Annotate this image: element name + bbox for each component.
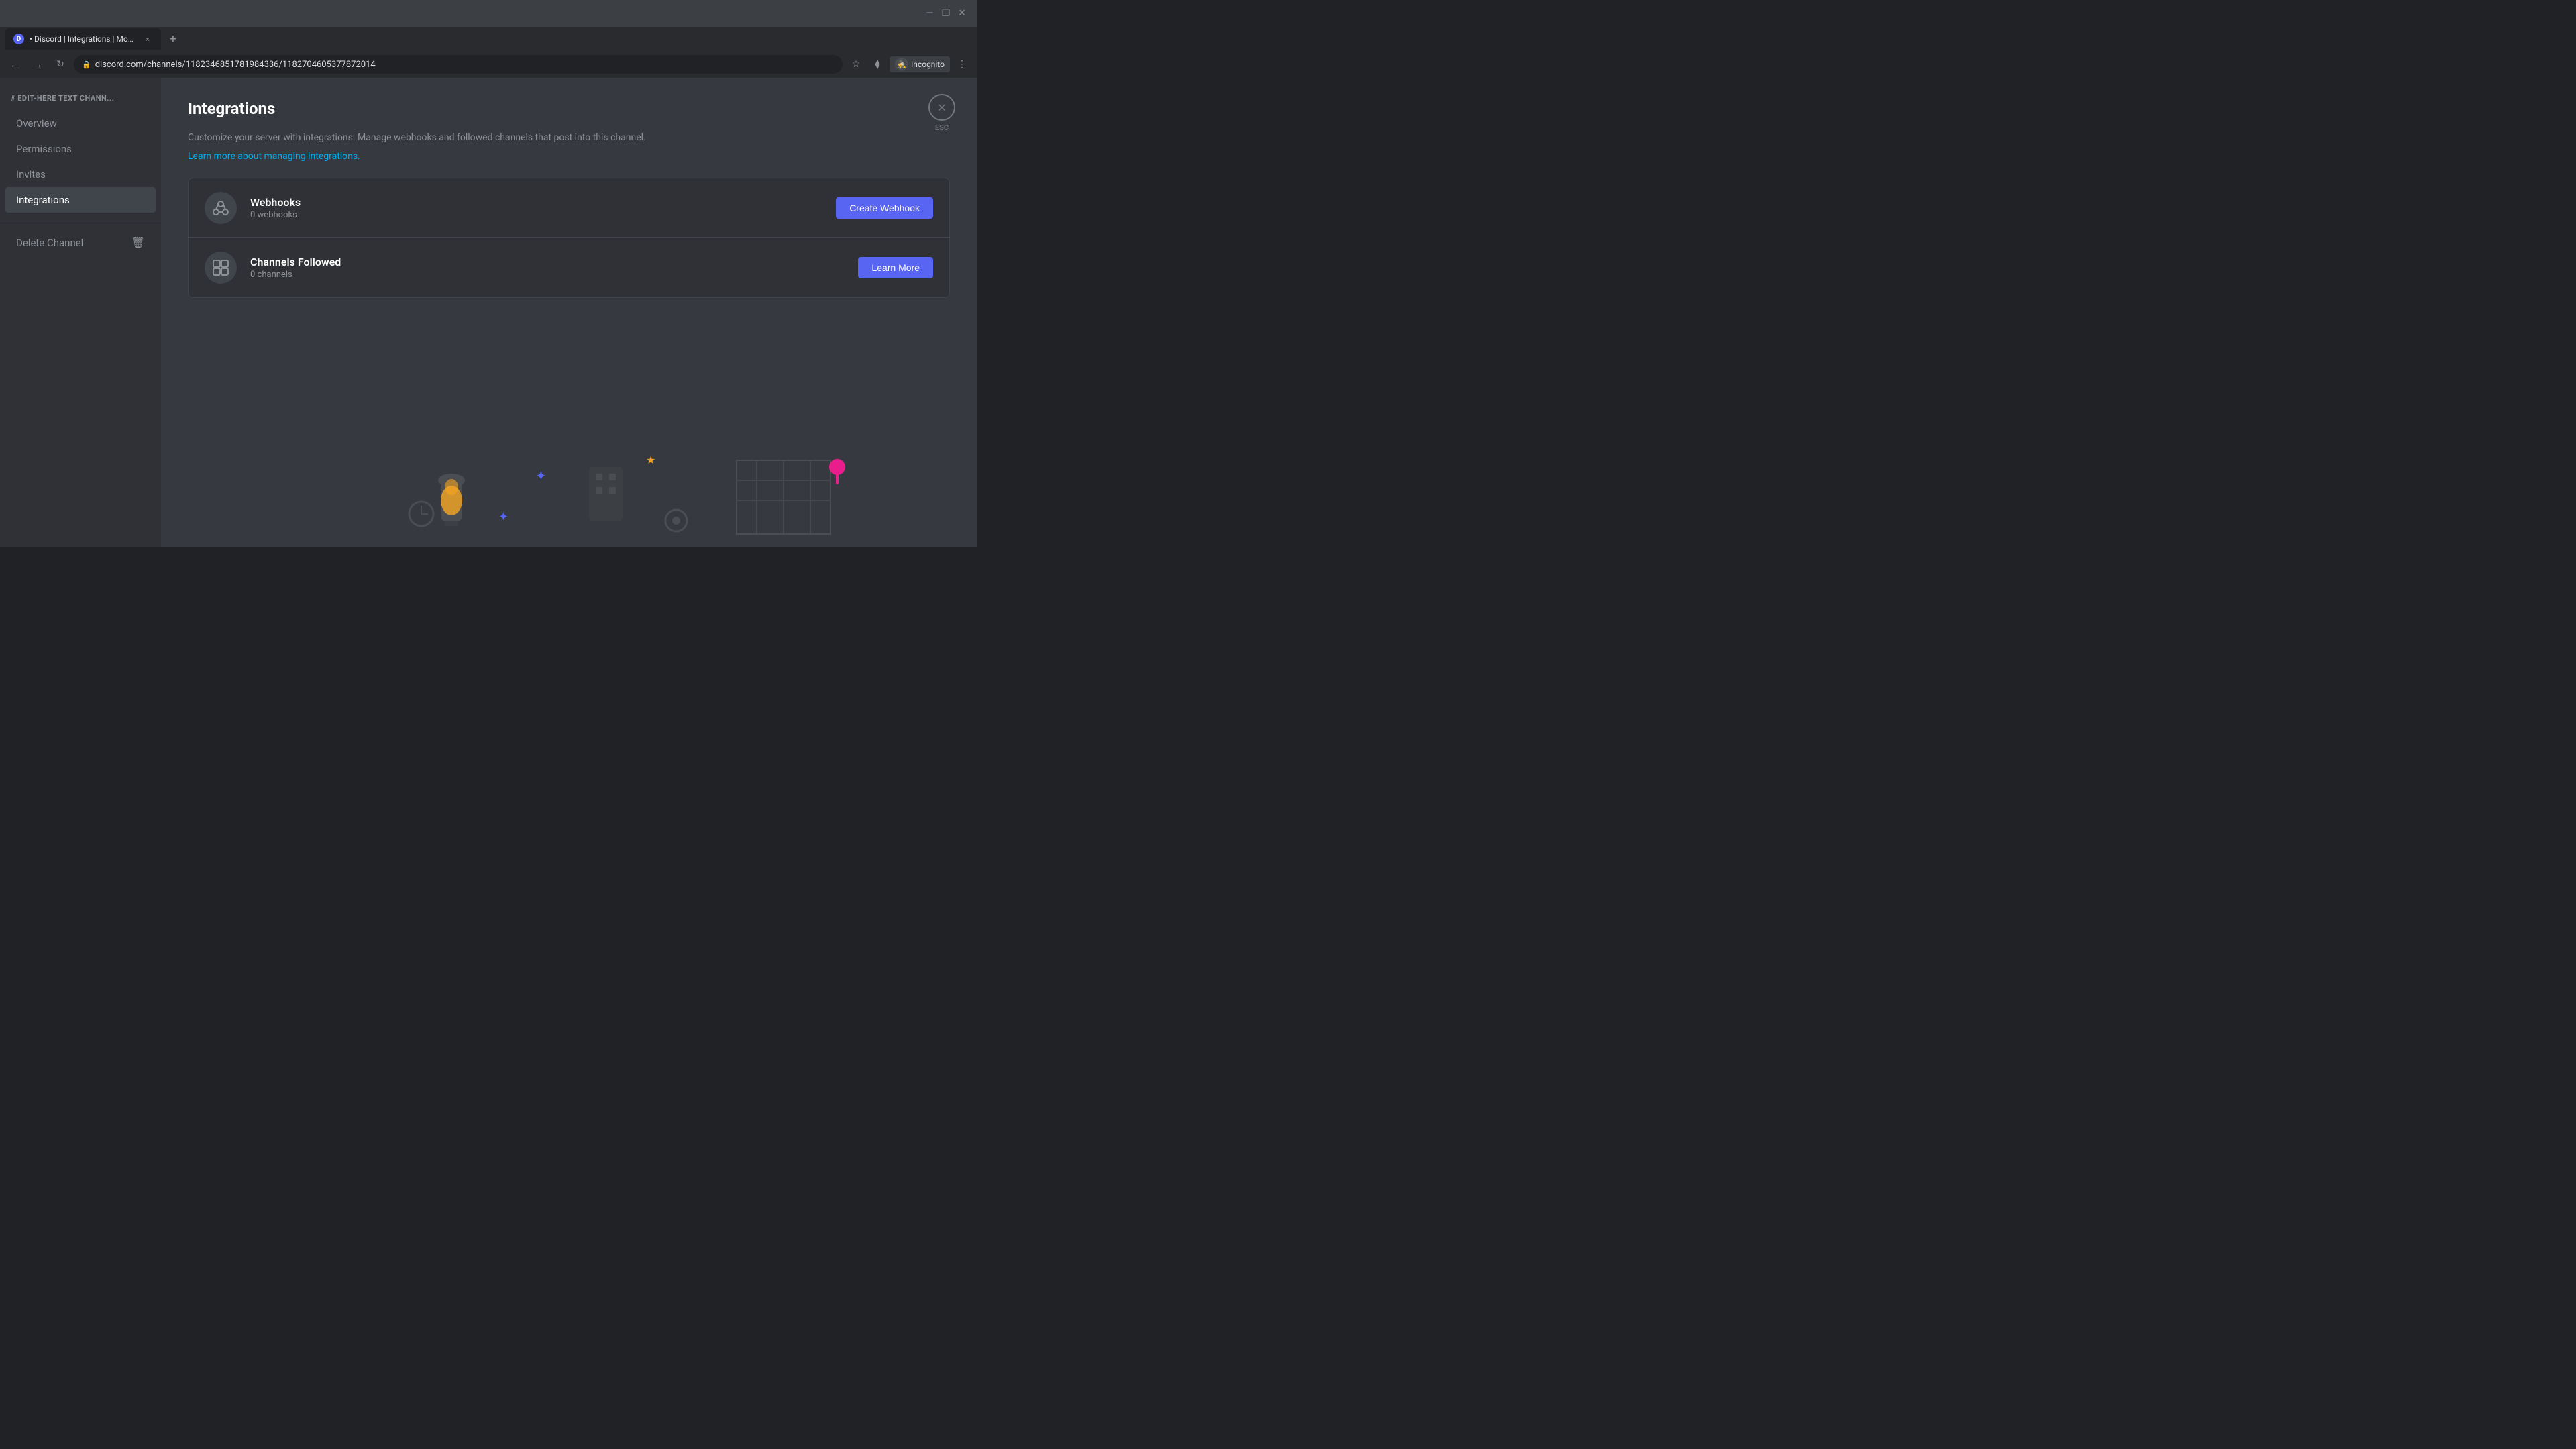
- tab-bar: D • Discord | Integrations | Moodj... × …: [0, 27, 977, 51]
- esc-button[interactable]: ✕ ESC: [928, 94, 955, 132]
- webhooks-icon-svg: [211, 199, 230, 217]
- channels-followed-icon: [205, 252, 237, 284]
- sidebar-item-delete-channel[interactable]: Delete Channel 🗑: [5, 229, 156, 256]
- esc-circle-icon: ✕: [928, 94, 955, 121]
- channels-followed-icon-svg: [211, 258, 230, 277]
- sidebar-item-permissions[interactable]: Permissions: [5, 136, 156, 162]
- page-title: Integrations: [188, 99, 950, 118]
- address-text: discord.com/channels/1182346851781984336…: [95, 60, 376, 70]
- webhooks-icon: [205, 192, 237, 224]
- webhooks-subtitle: 0 webhooks: [250, 210, 836, 220]
- restore-button[interactable]: ❐: [939, 7, 953, 20]
- svg-text:✦: ✦: [535, 468, 547, 484]
- trash-icon: 🗑: [131, 236, 145, 249]
- sidebar-item-overview[interactable]: Overview: [5, 111, 156, 136]
- description-text: Customize your server with integrations.…: [188, 131, 950, 145]
- incognito-button[interactable]: 🕵 Incognito: [890, 56, 950, 72]
- incognito-label: Incognito: [911, 60, 945, 69]
- channel-header: # EDIT-HERE TEXT CHANN...: [0, 89, 161, 111]
- create-webhook-button[interactable]: Create Webhook: [836, 197, 933, 219]
- browser-chrome: — ❐ ✕ D • Discord | Integrations | Moodj…: [0, 0, 977, 78]
- channels-followed-info: Channels Followed 0 channels: [250, 256, 858, 280]
- invites-label: Invites: [16, 168, 46, 180]
- forward-button[interactable]: →: [28, 55, 47, 74]
- back-button[interactable]: ←: [5, 55, 24, 74]
- window-controls: — ❐ ✕: [923, 7, 969, 20]
- browser-toolbar-right: ☆ ⧫ 🕵 Incognito ⋮: [847, 55, 971, 74]
- delete-channel-label: Delete Channel: [16, 237, 83, 249]
- webhooks-info: Webhooks 0 webhooks: [250, 196, 836, 220]
- tab-title: • Discord | Integrations | Moodj...: [30, 34, 137, 44]
- channels-followed-title: Channels Followed: [250, 256, 858, 268]
- extensions-icon[interactable]: ⧫: [868, 55, 887, 74]
- svg-text:✦: ✦: [498, 510, 508, 524]
- sidebar-item-invites[interactable]: Invites: [5, 162, 156, 187]
- lock-icon: 🔒: [82, 60, 91, 69]
- tab-close-button[interactable]: ×: [142, 34, 153, 44]
- overview-label: Overview: [16, 117, 57, 129]
- minimize-button[interactable]: —: [923, 7, 936, 20]
- main-content: ✕ ESC Integrations Customize your server…: [161, 78, 977, 547]
- esc-label: ESC: [935, 123, 949, 132]
- tab-favicon: D: [13, 34, 24, 44]
- discord-app: # EDIT-HERE TEXT CHANN... Overview Permi…: [0, 78, 977, 547]
- webhooks-title: Webhooks: [250, 196, 836, 209]
- learn-more-button[interactable]: Learn More: [858, 257, 933, 278]
- channels-followed-card: Channels Followed 0 channels Learn More: [189, 238, 949, 297]
- active-tab[interactable]: D • Discord | Integrations | Moodj... ×: [5, 28, 161, 50]
- new-tab-button[interactable]: +: [164, 30, 182, 48]
- integrations-label: Integrations: [16, 194, 70, 206]
- channels-followed-subtitle: 0 channels: [250, 270, 858, 280]
- incognito-avatar-icon: 🕵: [895, 58, 908, 71]
- address-bar[interactable]: 🔒 discord.com/channels/11823468517819843…: [74, 55, 843, 74]
- learn-more-link[interactable]: Learn more about managing integrations.: [188, 151, 360, 162]
- integrations-list: Webhooks 0 webhooks Create Webhook: [188, 178, 950, 298]
- sidebar: # EDIT-HERE TEXT CHANN... Overview Permi…: [0, 78, 161, 547]
- bookmark-icon[interactable]: ☆: [847, 55, 865, 74]
- illustration-svg: ✦ ★ ✦: [401, 427, 871, 547]
- title-bar: — ❐ ✕: [0, 0, 977, 27]
- close-button[interactable]: ✕: [955, 7, 969, 20]
- reload-button[interactable]: ↻: [51, 55, 70, 74]
- permissions-label: Permissions: [16, 143, 72, 155]
- svg-text:★: ★: [646, 453, 655, 466]
- sidebar-item-integrations[interactable]: Integrations: [5, 187, 156, 213]
- webhooks-card: Webhooks 0 webhooks Create Webhook: [189, 178, 949, 238]
- menu-icon[interactable]: ⋮: [953, 55, 971, 74]
- illustration-area: ✦ ★ ✦: [295, 413, 977, 547]
- address-bar-row: ← → ↻ 🔒 discord.com/channels/11823468517…: [0, 51, 977, 78]
